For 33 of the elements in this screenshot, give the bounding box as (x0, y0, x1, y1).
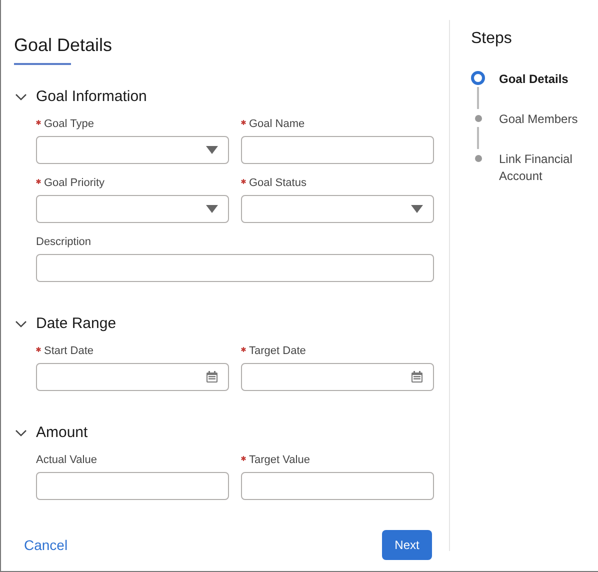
field-label: Goal Priority (44, 176, 105, 191)
field-label: Goal Type (44, 116, 94, 132)
step-label[interactable]: Goal Members (499, 111, 584, 151)
field-label: Goal Name (249, 116, 305, 132)
input-field[interactable] (36, 254, 434, 282)
dropdown-arrow-icon (206, 146, 218, 154)
input-field[interactable] (241, 136, 434, 164)
calendar-icon (206, 371, 218, 383)
dropdown-field[interactable] (36, 136, 229, 164)
section-title: Amount (36, 422, 88, 443)
field-label: Goal Status (249, 176, 306, 191)
next-button[interactable]: Next (382, 530, 432, 560)
step-label[interactable]: Goal Details (499, 71, 584, 111)
input-field[interactable] (36, 472, 229, 500)
field-label: Start Date (44, 344, 94, 359)
field-label: Target Value (249, 452, 310, 468)
field-label: Target Date (249, 344, 306, 359)
form-title: Goal Details (14, 34, 112, 56)
section-title: Date Range (36, 314, 116, 334)
cancel-link[interactable]: Cancel (24, 534, 68, 556)
field-label: Actual Value (36, 452, 97, 468)
date-field[interactable] (241, 363, 434, 391)
date-field[interactable] (36, 363, 229, 391)
dropdown-field[interactable] (241, 195, 434, 223)
input-field[interactable] (241, 472, 434, 500)
field-label: Description (36, 234, 92, 250)
dropdown-arrow-icon (206, 205, 218, 213)
step-label[interactable]: Link Financial Account (499, 151, 584, 208)
steps-title: Steps (471, 29, 513, 49)
dropdown-field[interactable] (36, 195, 229, 223)
dropdown-arrow-icon (411, 205, 423, 213)
section-title: Goal Information (36, 86, 147, 107)
calendar-icon (411, 371, 423, 383)
